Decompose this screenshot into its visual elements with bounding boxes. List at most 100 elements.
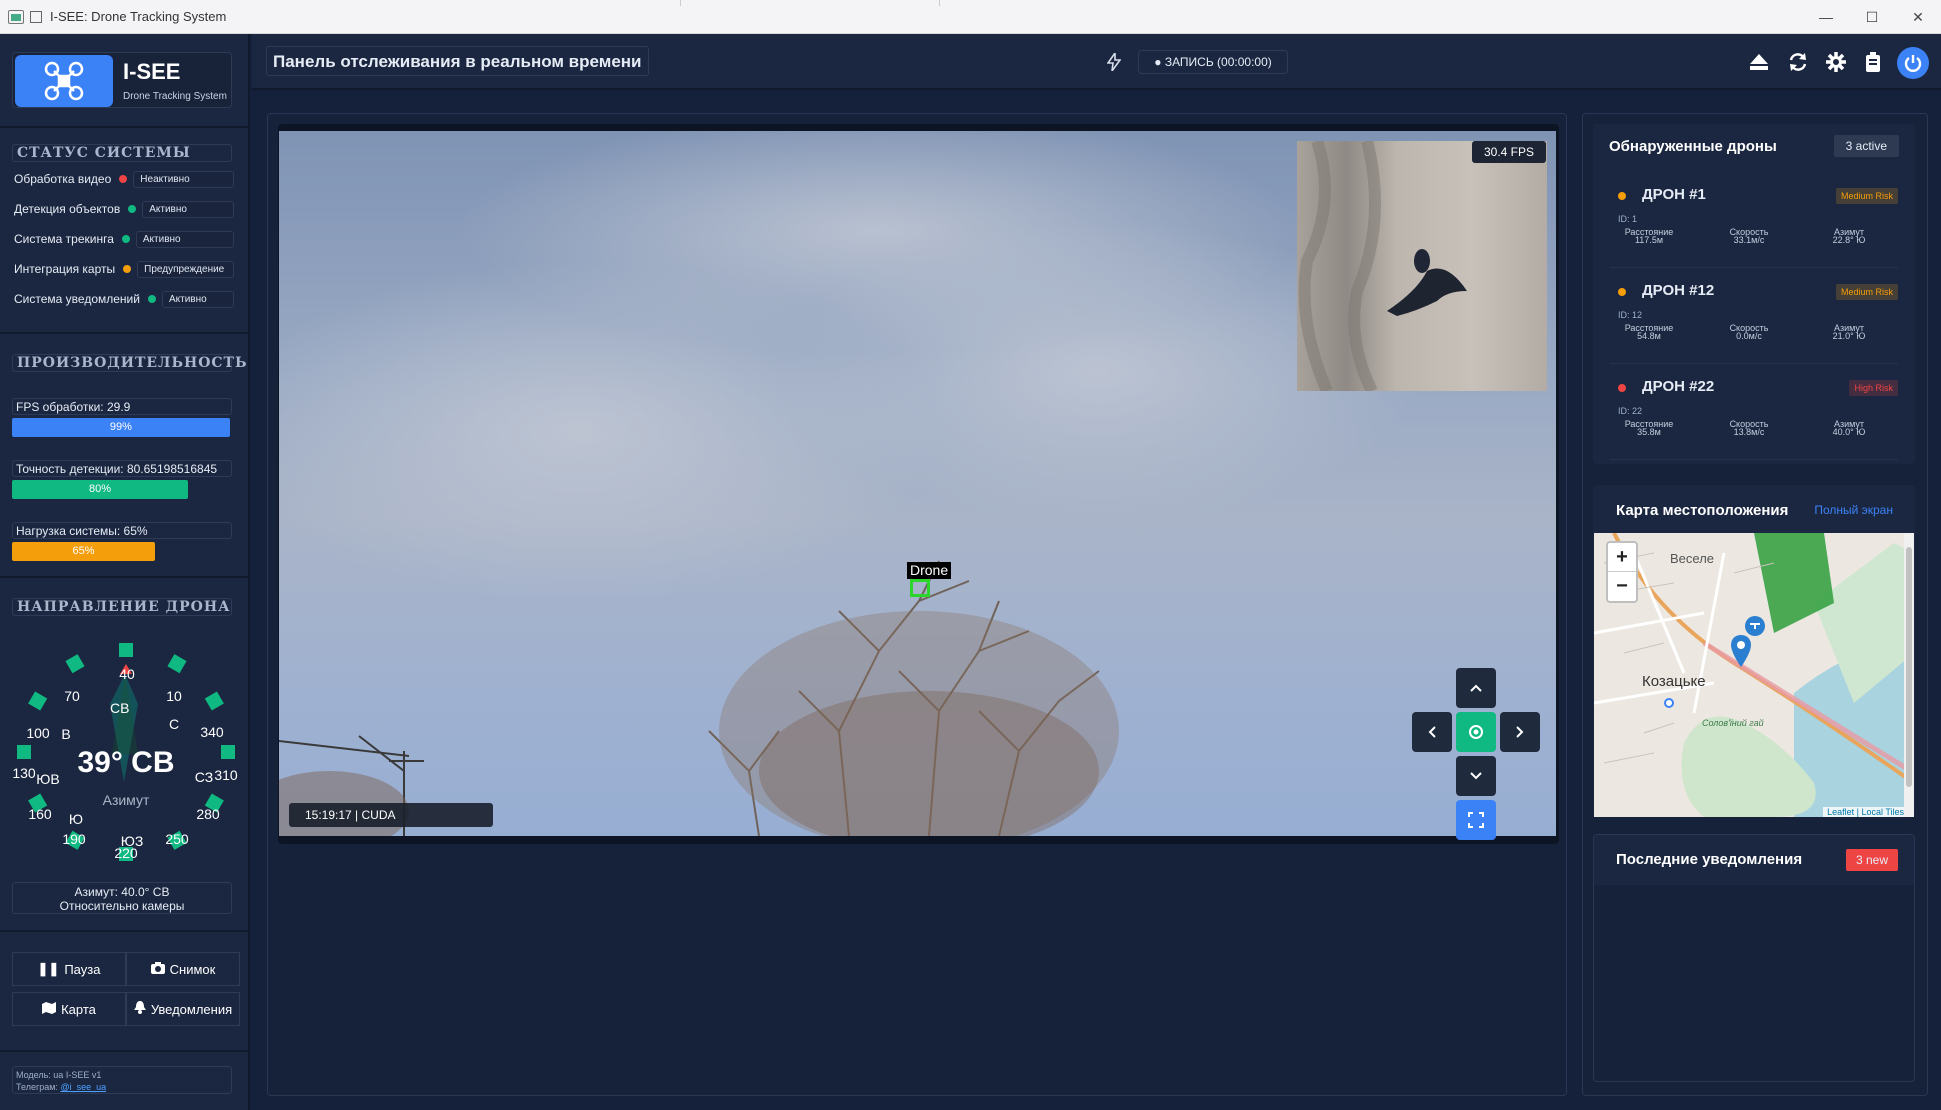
map-title: Карта местоположения xyxy=(1616,502,1789,519)
accuracy-label: Точность детекции: 80.65198516845 xyxy=(12,460,232,477)
footer-info: Модель: ua I-SEE v1 Телеграм: @i_see_ua xyxy=(12,1066,232,1094)
map-zoom-out-button[interactable]: − xyxy=(1608,572,1636,601)
status-indicator-icon xyxy=(128,205,137,213)
center-camera-button[interactable] xyxy=(1456,712,1496,752)
compass-degree-label: 190 xyxy=(62,831,86,847)
compass-degree-label: 280 xyxy=(196,806,220,822)
maximize-button[interactable]: ☐ xyxy=(1849,0,1895,34)
status-label: Детекция объектов xyxy=(14,202,121,216)
map-drone-marker-icon[interactable] xyxy=(1744,615,1766,642)
video-feed[interactable]: 30.4 FPS Drone 15:19:17 | CUDA xyxy=(279,131,1556,836)
bell-icon xyxy=(133,1001,146,1017)
map-fullscreen-link[interactable]: Полный экран xyxy=(1814,503,1893,517)
compass-degree-label: 40 xyxy=(119,666,135,682)
drone-name: ДРОН #12 xyxy=(1642,282,1715,299)
notifications-button[interactable]: Уведомления xyxy=(126,992,240,1026)
risk-badge: Medium Risk xyxy=(1835,188,1898,204)
compass-cardinal-label: ЮЗ xyxy=(121,833,144,849)
window-menu-icon[interactable] xyxy=(30,10,42,23)
map-label: Карта xyxy=(61,1001,96,1017)
pan-right-button[interactable] xyxy=(1500,712,1540,752)
lightning-icon[interactable] xyxy=(1102,50,1126,74)
compass: 40 10 340 310 280 250 220 190 160 130 100 70 С СЗ ЮЗ Ю Ю… xyxy=(12,634,240,874)
minimize-button[interactable]: — xyxy=(1803,0,1849,34)
fps-label: FPS обработки: 29.9 xyxy=(12,398,232,415)
logo: I-SEE Drone Tracking System xyxy=(12,52,232,108)
map-zoom-in-button[interactable]: + xyxy=(1608,543,1636,572)
gear-icon[interactable] xyxy=(1824,50,1848,74)
map-button[interactable]: Карта xyxy=(12,992,126,1026)
status-indicator-icon xyxy=(119,175,128,183)
fps-progress-bar: 99% xyxy=(12,418,230,437)
active-badge: 3 active xyxy=(1833,135,1899,157)
drones-title: Обнаруженные дроны xyxy=(1609,138,1777,155)
risk-badge: Medium Risk xyxy=(1835,284,1898,300)
location-map[interactable]: + − Веселе Козацьке Солов'їний гай Leafl… xyxy=(1594,533,1914,817)
drone-status-icon xyxy=(1618,288,1626,296)
pause-button[interactable]: ❚❚ Пауза xyxy=(12,952,126,986)
drone-id: ID: 22 xyxy=(1618,406,1643,416)
pause-icon: ❚❚ xyxy=(37,961,60,976)
status-indicator-icon xyxy=(123,265,132,273)
sector-label: СВ xyxy=(110,700,130,716)
camera-icon xyxy=(150,961,165,977)
status-badge: Активно xyxy=(135,230,234,248)
compass-degree-label: 340 xyxy=(200,724,224,740)
status-label: Обработка видео xyxy=(14,172,112,186)
status-label: Система трекинга xyxy=(14,232,114,246)
drone-card[interactable]: ДРОН #1 Medium Risk ID: 1 Расстояние 117.5м С… xyxy=(1604,178,1904,268)
chevron-down-icon xyxy=(1470,772,1482,780)
accuracy-progress-bar: 80% xyxy=(12,480,188,499)
map-place-kozatske: Козацьке xyxy=(1642,673,1706,690)
drone-id: ID: 1 xyxy=(1618,214,1638,224)
telegram-prefix: Телеграм: xyxy=(16,1082,61,1092)
pan-up-button[interactable] xyxy=(1456,668,1496,708)
pan-left-button[interactable] xyxy=(1412,712,1452,752)
map-attribution[interactable]: Leaflet | Local Tiles xyxy=(1823,807,1908,817)
map-place-vesele: Веселе xyxy=(1670,551,1715,566)
snapshot-button[interactable]: Снимок xyxy=(126,952,240,986)
drone-distance: Расстояние 35.8м xyxy=(1624,420,1674,436)
status-badge: Неактивно xyxy=(133,170,234,188)
battery-icon[interactable] xyxy=(1861,50,1885,74)
status-badge: Активно xyxy=(142,200,234,218)
recording-status[interactable]: ● ЗАПИСЬ (00:00:00) xyxy=(1138,50,1288,74)
drone-status-icon xyxy=(1618,384,1626,392)
direction-title: НАПРАВЛЕНИЕ ДРОНА xyxy=(12,598,232,616)
map-scrollbar[interactable] xyxy=(1904,533,1914,817)
map-place-grove: Солов'їний гай xyxy=(1702,718,1764,728)
drone-logo-icon xyxy=(15,55,113,107)
expand-icon xyxy=(1468,812,1484,828)
detection-label: Drone xyxy=(907,562,952,579)
performance-title: ПРОИЗВОДИТЕЛЬНОСТЬ xyxy=(12,354,247,372)
compass-tick xyxy=(204,691,224,711)
compass-tick xyxy=(65,654,85,674)
app-subtitle: Drone Tracking System xyxy=(123,91,227,102)
drone-card[interactable]: ДРОН #22 High Risk ID: 22 Расстояние 35.8м Ск… xyxy=(1604,370,1904,460)
compass-cardinal-label: Ю xyxy=(69,811,83,827)
drone-azimuth: Азимут 22.8° Ю xyxy=(1832,228,1866,244)
drone-card[interactable]: ДРОН #12 Medium Risk ID: 12 Расстояние 54.8м… xyxy=(1604,274,1904,364)
close-button[interactable]: ✕ xyxy=(1895,0,1941,34)
window-titlebar: I-SEE: Drone Tracking System — ☐ ✕ xyxy=(0,0,1941,34)
refresh-icon[interactable] xyxy=(1786,50,1810,74)
crosshair-icon xyxy=(1469,725,1483,739)
chevron-right-icon xyxy=(1516,726,1524,738)
drone-id: ID: 12 xyxy=(1618,310,1643,320)
app-name: I-SEE xyxy=(123,59,181,84)
fullscreen-button[interactable] xyxy=(1456,800,1496,840)
compass-cardinal-label: С xyxy=(169,716,179,732)
eject-icon[interactable] xyxy=(1747,50,1771,74)
telegram-link[interactable]: @i_see_ua xyxy=(60,1082,106,1092)
detection-box[interactable] xyxy=(910,579,930,597)
notifications-title: Последние уведомления xyxy=(1616,851,1803,868)
power-button[interactable] xyxy=(1897,47,1929,79)
video-timestamp: 15:19:17 | CUDA xyxy=(289,803,493,827)
drone-name: ДРОН #22 xyxy=(1642,378,1715,395)
compass-degree-label: 160 xyxy=(28,806,52,822)
fps-badge: 30.4 FPS xyxy=(1471,141,1546,163)
compass-tick xyxy=(167,654,187,674)
pan-down-button[interactable] xyxy=(1456,756,1496,796)
load-progress-bar: 65% xyxy=(12,542,155,561)
drone-speed: Скорость 33.1м/с xyxy=(1729,228,1769,244)
